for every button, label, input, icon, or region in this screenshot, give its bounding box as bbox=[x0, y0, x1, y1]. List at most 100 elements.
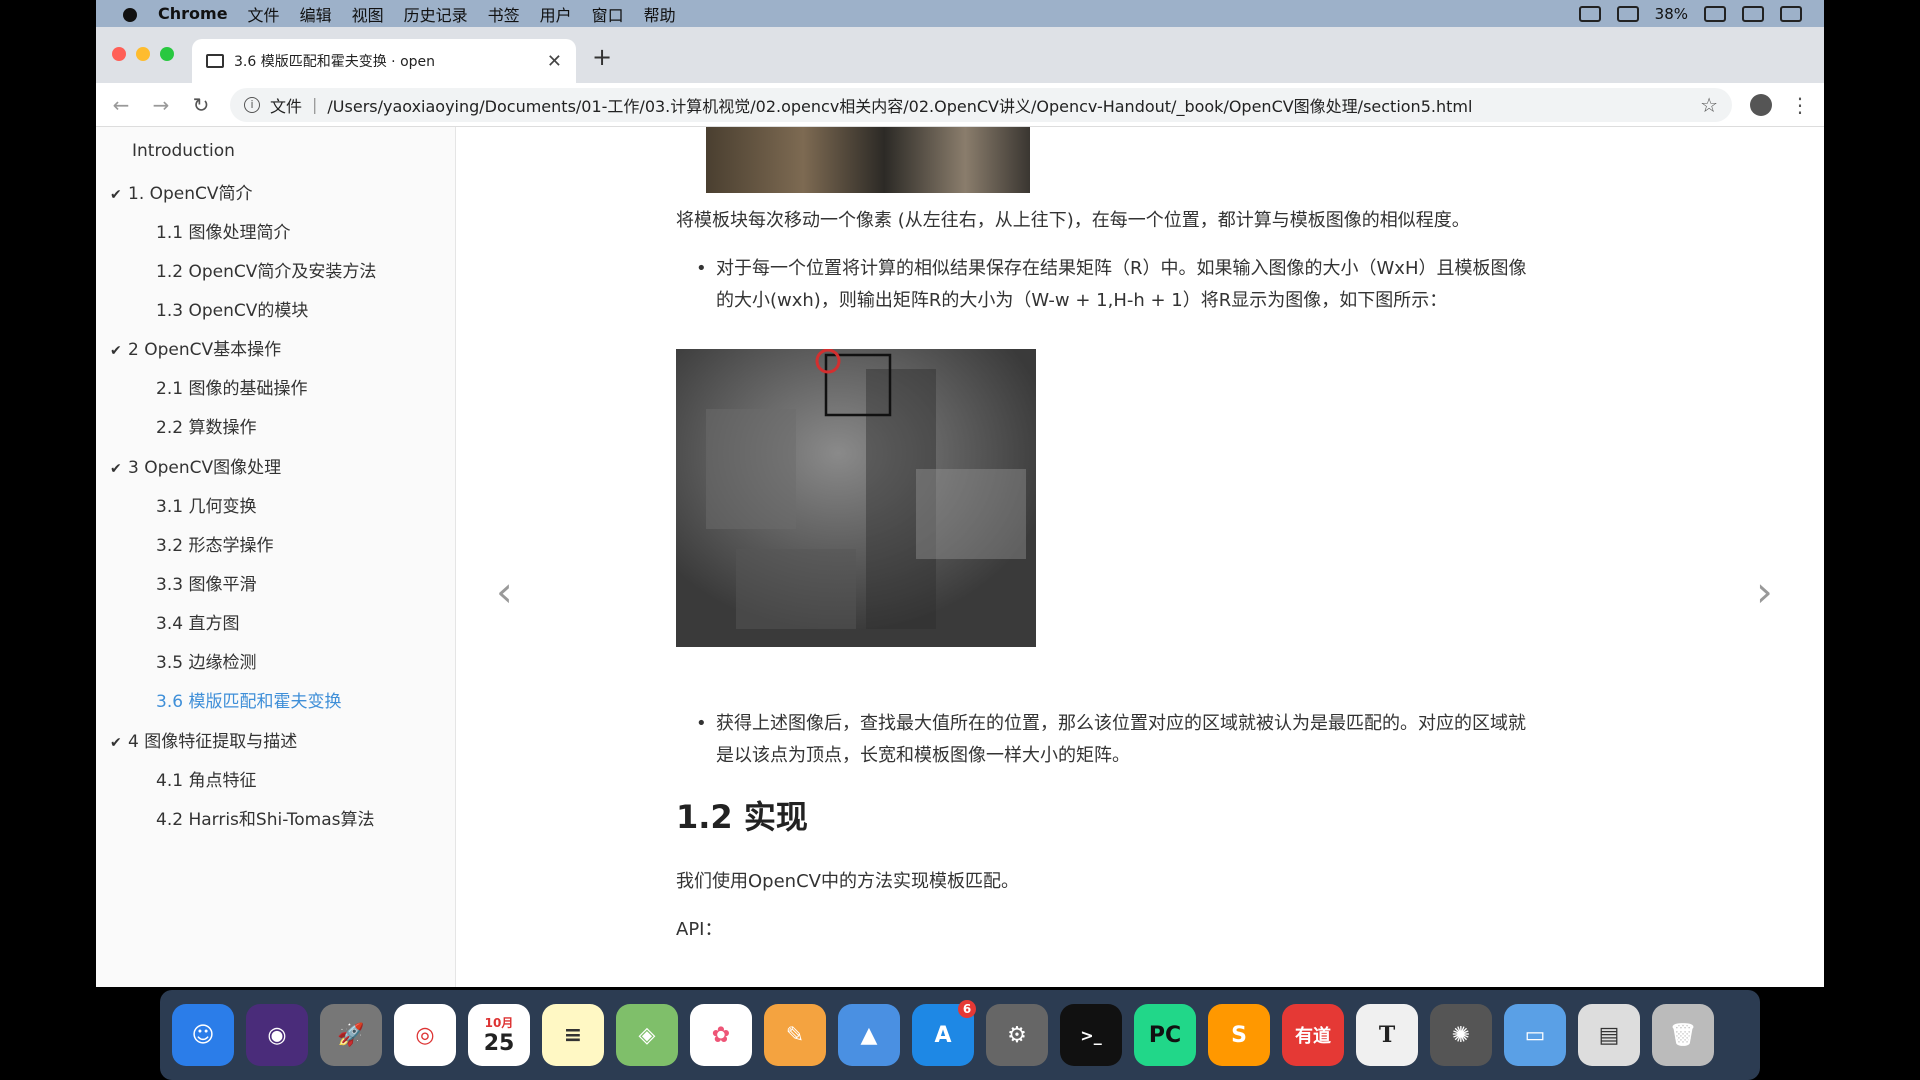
bullet-1-line-2: 的大小(wxh)，则输出矩阵R的大小为（W-w + 1,H-h + 1）将R显示… bbox=[716, 290, 1448, 311]
sidebar-item-4-2[interactable]: 4.2 Harris和Shi-Tomas算法 bbox=[156, 805, 375, 830]
sidebar-item-3-6[interactable]: 3.6 模版匹配和霍夫变换 bbox=[156, 687, 341, 712]
paragraph-2: 我们使用OpenCV中的方法实现模板匹配。 bbox=[676, 871, 1019, 892]
sidebar: Introduction ✔ 1. OpenCV简介 1.1 图像处理简介 1.2… bbox=[96, 127, 456, 987]
video-editor-icon[interactable]: ✺ bbox=[1430, 1004, 1492, 1066]
siri-icon[interactable]: ◉ bbox=[246, 1004, 308, 1066]
forward-icon[interactable]: → bbox=[150, 93, 172, 117]
more-menu-icon[interactable]: ⋮ bbox=[1790, 93, 1810, 117]
camera-icon[interactable] bbox=[1578, 5, 1601, 22]
sidebar-item-3-1[interactable]: 3.1 几何变换 bbox=[156, 492, 256, 517]
apple-icon[interactable] bbox=[120, 4, 140, 24]
chevron-down-icon: ✔ bbox=[110, 187, 122, 203]
toolbar: ← → ↻ i 文件 | /Users/yaoxiaoying/Document… bbox=[96, 83, 1824, 127]
next-page-arrow[interactable]: › bbox=[1756, 567, 1773, 616]
sidebar-item-1-3[interactable]: 1.3 OpenCV的模块 bbox=[156, 296, 308, 321]
sidebar-item-feature-extraction[interactable]: ✔ 4 图像特征提取与描述 bbox=[110, 727, 297, 752]
chevron-down-icon: ✔ bbox=[110, 343, 122, 359]
battery-percent: 38% bbox=[1654, 4, 1688, 23]
info-icon[interactable]: i bbox=[244, 96, 260, 113]
calendar-month: 10月 bbox=[484, 1016, 514, 1030]
profile-avatar[interactable] bbox=[1750, 93, 1772, 116]
menu-history[interactable]: 历史记录 bbox=[404, 2, 468, 26]
sidebar-item-introduction[interactable]: Introduction bbox=[132, 141, 235, 161]
sidebar-item-2-2[interactable]: 2.2 算数操作 bbox=[156, 413, 256, 438]
notes-icon[interactable]: ≡ bbox=[542, 1004, 604, 1066]
app-store-icon[interactable]: A6 bbox=[912, 1000, 976, 1066]
tab-strip: 3.6 模版匹配和霍夫变换 · open ✕ + bbox=[96, 27, 1824, 83]
menu-help[interactable]: 帮助 bbox=[644, 2, 676, 26]
page-content: Introduction ✔ 1. OpenCV简介 1.1 图像处理简介 1.2… bbox=[96, 127, 1824, 987]
url-text[interactable]: /Users/yaoxiaoying/Documents/01-工作/03.计算… bbox=[327, 93, 1472, 117]
search-icon[interactable] bbox=[1742, 5, 1764, 22]
pycharm-icon[interactable]: PC bbox=[1134, 1004, 1196, 1066]
chrome-icon[interactable]: ◎ bbox=[394, 1004, 456, 1066]
bullet-1-line-1: 对于每一个位置将计算的相似结果保存在结果矩阵（R）中。如果输入图像的大小（WxH… bbox=[696, 253, 1816, 285]
bullet-2-line-1: 获得上述图像后，查找最大值所在的位置，那么该位置对应的区域就被认为是最匹配的。对… bbox=[696, 708, 1816, 740]
sidebar-item-3-5[interactable]: 3.5 边缘检测 bbox=[156, 648, 256, 673]
paragraph-api: API： bbox=[676, 919, 723, 940]
python-window-thumbnail[interactable]: ▤ bbox=[1578, 1004, 1640, 1066]
browser-window: 3.6 模版匹配和霍夫变换 · open ✕ + ← → ↻ i 文件 | /U… bbox=[96, 27, 1824, 987]
book-icon bbox=[206, 54, 224, 68]
typora-icon[interactable]: T bbox=[1356, 1004, 1418, 1066]
sidebar-item-opencv-intro[interactable]: ✔ 1. OpenCV简介 bbox=[110, 179, 253, 204]
menu-window[interactable]: 窗口 bbox=[592, 2, 624, 26]
result-matrix-image bbox=[676, 349, 1036, 647]
youdao-icon[interactable]: 有道 bbox=[1282, 1004, 1344, 1066]
wifi-icon[interactable] bbox=[1616, 5, 1639, 22]
sidebar-item-1-2[interactable]: 1.2 OpenCV简介及安装方法 bbox=[156, 257, 376, 282]
sublime-text-icon[interactable]: S bbox=[1208, 1004, 1270, 1066]
launchpad-icon[interactable]: 🚀 bbox=[320, 1004, 382, 1066]
close-window-button[interactable] bbox=[112, 47, 126, 61]
maps-icon[interactable]: ◈ bbox=[616, 1004, 678, 1066]
battery-icon[interactable] bbox=[1704, 5, 1726, 22]
dock: ☺ ◉ 🚀 ◎ 10月 25 ≡ ◈ ✿ ✎ ▲ A6 ⚙ >_ PC S 有道… bbox=[160, 990, 1760, 1080]
menu-edit[interactable]: 编辑 bbox=[300, 2, 332, 26]
pages-icon[interactable]: ✎ bbox=[764, 1004, 826, 1066]
zoom-window-button[interactable] bbox=[160, 47, 174, 61]
sidebar-item-1-1[interactable]: 1.1 图像处理简介 bbox=[156, 218, 290, 243]
template-photo-image bbox=[706, 127, 1030, 193]
finder-icon[interactable]: ☺ bbox=[172, 1004, 234, 1066]
sidebar-item-3-2[interactable]: 3.2 形态学操作 bbox=[156, 531, 273, 556]
sidebar-item-3-3[interactable]: 3.3 图像平滑 bbox=[156, 570, 256, 595]
main-article: 将模板块每次移动一个像素 (从左往右，从上往下)，在每一个位置，都计算与模板图像… bbox=[456, 127, 1824, 987]
list-icon[interactable] bbox=[1780, 5, 1802, 22]
sidebar-item-3-4[interactable]: 3.4 直方图 bbox=[156, 609, 239, 634]
url-scheme-label: 文件 bbox=[270, 96, 303, 116]
system-preferences-icon[interactable]: ⚙ bbox=[986, 1004, 1048, 1066]
folder-icon[interactable]: ▭ bbox=[1504, 1004, 1566, 1066]
keynote-icon[interactable]: ▲ bbox=[838, 1004, 900, 1066]
reload-icon[interactable]: ↻ bbox=[190, 93, 212, 117]
terminal-icon[interactable]: >_ bbox=[1060, 1004, 1122, 1066]
trash-icon[interactable]: 🗑 bbox=[1652, 1004, 1714, 1066]
menu-people[interactable]: 用户 bbox=[540, 2, 572, 26]
menu-app-name[interactable]: Chrome bbox=[158, 4, 228, 23]
sidebar-item-2-1[interactable]: 2.1 图像的基础操作 bbox=[156, 374, 307, 399]
app-store-badge: 6 bbox=[958, 1000, 976, 1018]
section-heading: 1.2 实现 bbox=[676, 798, 808, 836]
tab-title: 3.6 模版匹配和霍夫变换 · open bbox=[234, 54, 436, 70]
address-bar[interactable]: i 文件 | /Users/yaoxiaoying/Documents/01-工… bbox=[230, 87, 1732, 122]
calendar-icon[interactable]: 10月 25 bbox=[468, 1004, 530, 1066]
url-separator: | bbox=[312, 95, 318, 114]
menu-view[interactable]: 视图 bbox=[352, 2, 384, 26]
chevron-down-icon: ✔ bbox=[110, 461, 122, 477]
sidebar-item-4-1[interactable]: 4.1 角点特征 bbox=[156, 766, 256, 791]
traffic-lights bbox=[112, 47, 174, 61]
new-tab-button[interactable]: + bbox=[592, 43, 612, 71]
sidebar-item-image-processing[interactable]: ✔ 3 OpenCV图像处理 bbox=[110, 453, 281, 478]
menu-bar: Chrome 文件 编辑 视图 历史记录 书签 用户 窗口 帮助 38% bbox=[96, 0, 1824, 27]
sidebar-item-basic-ops[interactable]: ✔ 2 OpenCV基本操作 bbox=[110, 335, 281, 360]
minimize-window-button[interactable] bbox=[136, 47, 150, 61]
paragraph-1: 将模板块每次移动一个像素 (从左往右，从上往下)，在每一个位置，都计算与模板图像… bbox=[676, 210, 1470, 231]
bookmark-star-icon[interactable]: ☆ bbox=[1700, 93, 1718, 117]
tab-active[interactable]: 3.6 模版匹配和霍夫变换 · open ✕ bbox=[192, 39, 576, 83]
menu-bookmarks[interactable]: 书签 bbox=[488, 2, 520, 26]
chevron-down-icon: ✔ bbox=[110, 735, 122, 751]
close-tab-icon[interactable]: ✕ bbox=[547, 51, 562, 72]
photos-icon[interactable]: ✿ bbox=[690, 1004, 752, 1066]
prev-page-arrow[interactable]: ‹ bbox=[496, 567, 513, 616]
back-icon[interactable]: ← bbox=[110, 93, 132, 117]
menu-file[interactable]: 文件 bbox=[248, 2, 280, 26]
